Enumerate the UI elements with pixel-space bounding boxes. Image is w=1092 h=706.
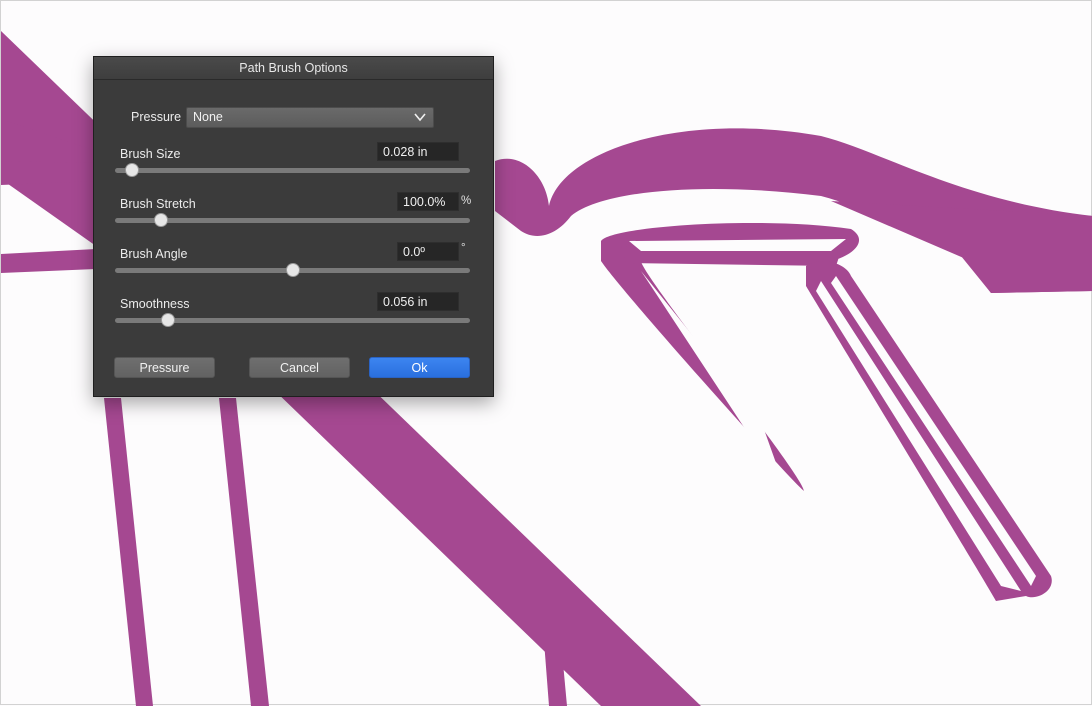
gap-2 — [816, 281, 1021, 591]
chevron-down-icon — [414, 113, 426, 122]
smoothness-slider[interactable] — [115, 313, 470, 327]
brush-angle-unit: ° — [461, 242, 466, 254]
pressure-select-value: None — [193, 110, 223, 124]
gap-3 — [831, 276, 1036, 586]
brush-angle-label: Brush Angle — [120, 247, 188, 261]
brush-stretch-slider[interactable] — [115, 213, 470, 227]
stroke-right-band — [831, 201, 1092, 293]
brush-size-field[interactable]: 0.028 in — [377, 142, 459, 161]
smoothness-field[interactable]: 0.056 in — [377, 292, 459, 311]
stroke-leg-1 — [104, 398, 153, 706]
pressure-button[interactable]: Pressure — [114, 357, 215, 378]
smoothness-thumb[interactable] — [161, 313, 175, 327]
brush-size-thumb[interactable] — [125, 163, 139, 177]
cancel-button[interactable]: Cancel — [249, 357, 350, 378]
brush-angle-thumb[interactable] — [286, 263, 300, 277]
brush-size-slider[interactable] — [115, 163, 470, 177]
smoothness-label: Smoothness — [120, 297, 190, 311]
pressure-label: Pressure — [131, 110, 182, 124]
stroke-horizontal-2 — [1, 249, 96, 273]
stroke-leg-2 — [219, 398, 269, 706]
brush-stretch-unit: % — [461, 195, 472, 207]
brush-stretch-thumb[interactable] — [154, 213, 168, 227]
brush-stretch-label: Brush Stretch — [120, 197, 196, 211]
brush-stretch-field[interactable]: 100.0% — [397, 192, 459, 211]
gap-4 — [629, 239, 846, 251]
brush-angle-slider[interactable] — [115, 263, 470, 277]
pressure-select[interactable]: None — [186, 107, 434, 128]
stroke-horizontal-1 — [1, 161, 96, 185]
brush-angle-field[interactable]: 0.0º — [397, 242, 459, 261]
path-brush-options-dialog: Path Brush Options Pressure None Brush S… — [93, 56, 494, 397]
ok-button[interactable]: Ok — [369, 357, 470, 378]
dialog-title: Path Brush Options — [94, 57, 493, 80]
brush-size-label: Brush Size — [120, 147, 181, 161]
